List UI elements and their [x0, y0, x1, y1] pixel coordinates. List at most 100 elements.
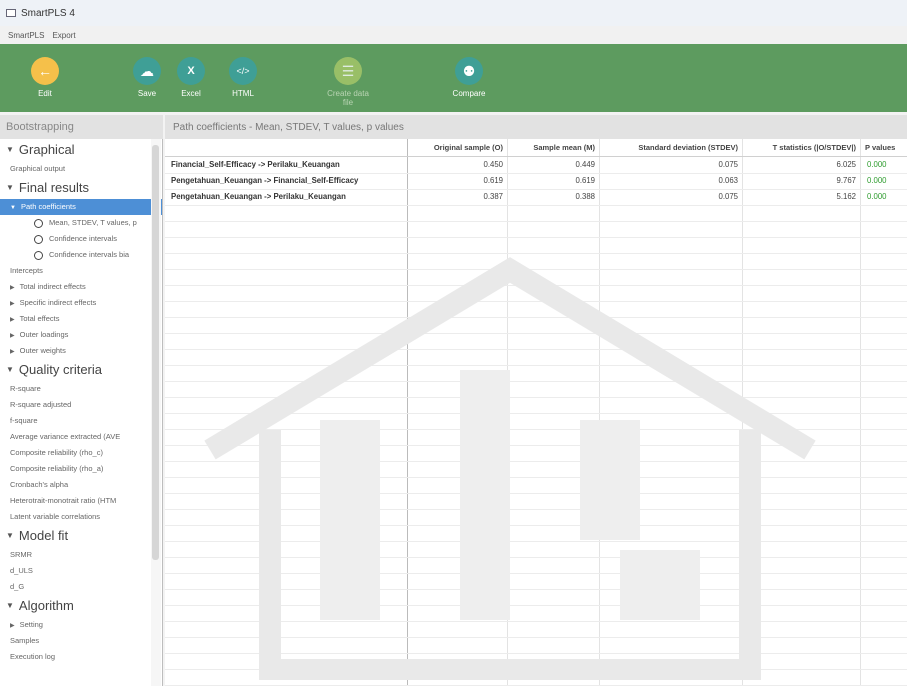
menu-smartpls[interactable]: SmartPLS [8, 31, 44, 40]
empty-table-row [165, 621, 907, 638]
empty-table-row [165, 269, 907, 286]
sidebar-item-f-square[interactable]: f-square [0, 413, 162, 429]
sidebar-item-r-square-adjusted[interactable]: R-square adjusted [0, 397, 162, 413]
menu-export[interactable]: Export [52, 31, 75, 40]
section-model-fit-label: Model fit [18, 528, 69, 543]
compare-button[interactable]: ⚉ Compare [444, 57, 494, 98]
results-navigation: ▼ Graphical Graphical output ▼ Final resul… [0, 139, 163, 686]
sidebar-item-composite-reliability-rho-a[interactable]: Composite reliability (rho_a) [0, 461, 162, 477]
cell-p-value: 0.000 [867, 192, 887, 201]
header-standard-deviation[interactable]: Standard deviation (STDEV) [600, 139, 743, 156]
header-t-statistics[interactable]: T statistics (|O/STDEV|) [743, 139, 861, 156]
sidebar-item-d-uls[interactable]: d_ULS [0, 563, 162, 579]
table-row[interactable]: Financial_Self-Efficacy -> Perilaku_Keua… [165, 157, 907, 174]
sidebar-item-outer-weights[interactable]: ▶ Outer weights [0, 343, 162, 359]
section-graphical[interactable]: ▼ Graphical [0, 139, 162, 161]
sidebar-item-ave[interactable]: Average variance extracted (AVE [0, 429, 162, 445]
empty-table-row [165, 525, 907, 542]
cell-sample-mean: 0.619 [575, 176, 595, 185]
cell-sample-mean: 0.449 [575, 160, 595, 169]
section-quality-criteria-label: Quality criteria [18, 362, 102, 377]
expand-arrow-icon: ▶ [10, 301, 15, 307]
sidebar-item-samples[interactable]: Samples [0, 633, 162, 649]
sidebar-item-path-coefficients[interactable]: ▼ Path coefficients [0, 199, 162, 215]
sidebar-scrollbar[interactable] [151, 139, 161, 686]
sidebar-item-latent-variable-correlations[interactable]: Latent variable correlations [0, 509, 162, 525]
section-algorithm[interactable]: ▼ Algorithm [0, 595, 162, 617]
cell-stdev: 0.075 [718, 192, 738, 201]
cloud-upload-icon: ☁ [133, 57, 161, 85]
table-header: Original sample (O) Sample mean (M) Stan… [165, 139, 907, 157]
header-original-sample[interactable]: Original sample (O) [408, 139, 508, 156]
save-button[interactable]: ☁ Save [122, 57, 172, 98]
menu-bar: SmartPLS Export [0, 26, 907, 44]
sidebar-item-execution-log[interactable]: Execution log [0, 649, 162, 665]
empty-table-row [165, 477, 907, 494]
sidebar-item-total-effects[interactable]: ▶ Total effects [0, 311, 162, 327]
edit-label: Edit [38, 89, 52, 98]
html-icon: </> [229, 57, 257, 85]
sidebar-item-total-indirect-effects[interactable]: ▶ Total indirect effects [0, 279, 162, 295]
sidebar-item-srmr[interactable]: SRMR [0, 547, 162, 563]
sidebar-scrollbar-thumb[interactable] [152, 145, 159, 560]
sidebar-item-intercepts[interactable]: Intercepts [0, 263, 162, 279]
sidebar-item-d-g[interactable]: d_G [0, 579, 162, 595]
sidebar-item-composite-reliability-rho-c[interactable]: Composite reliability (rho_c) [0, 445, 162, 461]
cell-t-statistics: 6.025 [836, 160, 856, 169]
cell-t-statistics: 9.767 [836, 176, 856, 185]
table-row[interactable]: Pengetahuan_Keuangan -> Perilaku_Keuanga… [165, 189, 907, 206]
empty-table-row [165, 557, 907, 574]
cell-p-value: 0.000 [867, 160, 887, 169]
empty-table-row [165, 205, 907, 222]
empty-table-row [165, 461, 907, 478]
radio-confidence-intervals-bias[interactable]: Confidence intervals bia [0, 247, 162, 263]
create-data-file-label: Create data file [327, 89, 369, 107]
empty-table-row [165, 317, 907, 334]
empty-table-row [165, 333, 907, 350]
empty-table-row [165, 413, 907, 430]
header-p-values[interactable]: P values [861, 139, 907, 156]
empty-table-row [165, 669, 907, 686]
back-arrow-icon: ← [31, 57, 59, 85]
empty-table-row [165, 493, 907, 510]
sidebar-item-specific-indirect-effects[interactable]: ▶ Specific indirect effects [0, 295, 162, 311]
create-data-file-button[interactable]: ☰ Create data file [323, 57, 373, 107]
section-quality-criteria[interactable]: ▼ Quality criteria [0, 359, 162, 381]
html-button[interactable]: </> HTML [218, 57, 268, 98]
sidebar-item-outer-loadings[interactable]: ▶ Outer loadings [0, 327, 162, 343]
excel-button[interactable]: X Excel [166, 57, 216, 98]
section-graphical-label: Graphical [18, 142, 75, 157]
collapse-triangle-icon: ▼ [6, 183, 14, 192]
excel-label: Excel [181, 89, 201, 98]
header-row-label[interactable] [165, 139, 408, 156]
section-final-results[interactable]: ▼ Final results [0, 177, 162, 199]
compare-icon: ⚉ [455, 57, 483, 85]
empty-table-row [165, 429, 907, 446]
expand-arrow-icon: ▶ [10, 317, 15, 323]
section-model-fit[interactable]: ▼ Model fit [0, 525, 162, 547]
sidebar-item-setting[interactable]: ▶ Setting [0, 617, 162, 633]
outer-loadings-label: Outer loadings [19, 330, 69, 339]
empty-table-row [165, 349, 907, 366]
sidebar-item-cronbachs-alpha[interactable]: Cronbach's alpha [0, 477, 162, 493]
total-effects-label: Total effects [19, 314, 60, 323]
row-path-label: Pengetahuan_Keuangan -> Financial_Self-E… [171, 176, 359, 185]
empty-table-row [165, 509, 907, 526]
empty-table-row [165, 637, 907, 654]
save-label: Save [137, 89, 157, 98]
empty-table-row [165, 237, 907, 254]
window-title: SmartPLS 4 [21, 7, 75, 19]
edit-button[interactable]: ← Edit [20, 57, 70, 98]
radio-confidence-intervals[interactable]: Confidence intervals [0, 231, 162, 247]
header-sample-mean[interactable]: Sample mean (M) [508, 139, 600, 156]
sidebar-item-r-square[interactable]: R-square [0, 381, 162, 397]
expand-arrow-icon: ▶ [10, 285, 15, 291]
toolbar: ← Edit ☁ Save X Excel </> HTML ☰ Create … [0, 44, 907, 112]
table-row[interactable]: Pengetahuan_Keuangan -> Financial_Self-E… [165, 173, 907, 190]
html-label: HTML [232, 89, 254, 98]
sidebar-item-htmt[interactable]: Heterotrait-monotrait ratio (HTM [0, 493, 162, 509]
sidebar-item-graphical-output[interactable]: Graphical output [0, 161, 162, 177]
empty-table-row [165, 381, 907, 398]
cell-p-value: 0.000 [867, 176, 887, 185]
radio-mean-stdev[interactable]: Mean, STDEV, T values, p [0, 215, 162, 231]
